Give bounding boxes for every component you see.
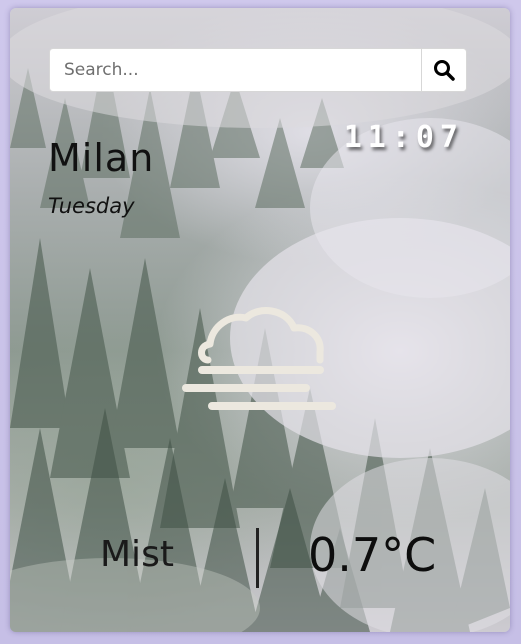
day-name: Tuesday — [48, 194, 135, 218]
search-input[interactable] — [50, 49, 421, 91]
weather-condition: Mist — [100, 534, 174, 575]
divider — [256, 528, 259, 588]
temperature: 0.7°C — [308, 528, 437, 582]
search-icon — [434, 60, 455, 81]
weather-card: 11:07 Milan Tuesday Mist 0.7°C — [10, 8, 510, 632]
mist-icon — [182, 307, 336, 410]
page: 11:07 Milan Tuesday Mist 0.7°C — [0, 0, 521, 644]
search-button[interactable] — [421, 49, 466, 91]
search-bar — [49, 48, 467, 92]
clock: 11:07 — [343, 120, 464, 155]
city-name: Milan — [48, 136, 155, 180]
